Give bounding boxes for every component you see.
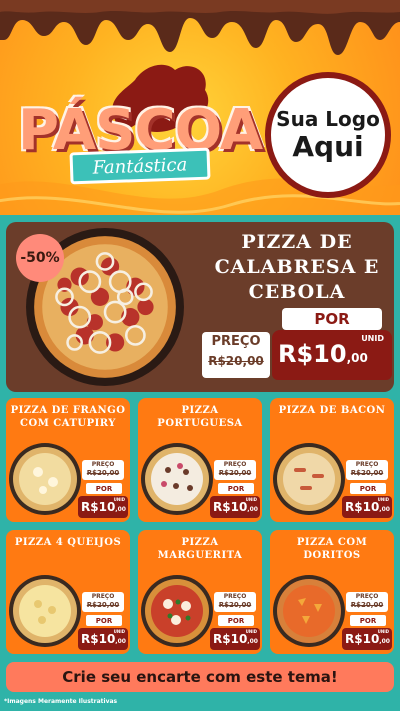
preco-label: PREÇO — [91, 461, 115, 468]
new-price-main: R$10 — [278, 340, 347, 368]
product-card[interactable]: PIZZA MARGUERITA PREÇO R$20,00 POR UNID … — [138, 530, 262, 654]
product-name: PIZZA 4 QUEIJOS — [14, 537, 122, 548]
por-label: POR — [86, 615, 122, 626]
new-price-box: UNID R$10,00 — [210, 496, 260, 518]
new-price-main: R$10 — [345, 500, 380, 514]
por-label: POR — [282, 308, 382, 330]
new-price-main: R$10 — [213, 632, 248, 646]
featured-product-name: PIZZA DE CALABRESA E CEBOLA — [214, 231, 380, 303]
new-price-cents: ,00 — [346, 351, 368, 365]
old-price-box: PREÇO R$20,00 — [214, 592, 256, 612]
preco-label: PREÇO — [223, 593, 247, 600]
new-price-box: UNID R$10,00 — [342, 628, 392, 650]
old-price: R$20,00 — [208, 354, 264, 368]
preco-label: PREÇO — [91, 593, 115, 600]
logo-line-1: Sua Logo — [276, 107, 380, 131]
new-price-cents: ,00 — [247, 506, 258, 513]
logo-line-2: Aqui — [292, 130, 364, 163]
pizza-doritos-icon — [273, 575, 345, 647]
new-price: R$10,00 — [213, 500, 258, 514]
new-price-main: R$10 — [81, 500, 116, 514]
old-price-box: PREÇO R$20,00 — [346, 460, 388, 480]
new-price: R$10,00 — [81, 632, 126, 646]
new-price: R$10,00 — [345, 500, 390, 514]
new-price-main: R$10 — [345, 632, 380, 646]
product-name: PIZZA MARGUERITA — [157, 537, 243, 561]
pizza-bacon-icon — [273, 443, 345, 515]
featured-offer[interactable]: -50% PIZZA DE CALABRESA E CEBOLA POR PRE… — [6, 222, 394, 392]
cta-banner[interactable]: Crie seu encarte com este tema! — [6, 662, 394, 692]
new-price-cents: ,00 — [115, 638, 126, 645]
pizza-quatro-queijos-icon — [9, 575, 81, 647]
old-price-box: PREÇO R$20,00 — [214, 460, 256, 480]
new-price-main: R$10 — [81, 632, 116, 646]
old-price: R$20,00 — [218, 469, 252, 477]
old-price: R$20,00 — [218, 601, 252, 609]
por-label: POR — [350, 615, 386, 626]
old-price: R$20,00 — [86, 601, 120, 609]
preco-label: PREÇO — [355, 461, 379, 468]
por-label: POR — [350, 483, 386, 494]
new-price: R$10,00 — [278, 340, 368, 368]
new-price-cents: ,00 — [115, 506, 126, 513]
header-banner: PÁSCOA Fantástica Sua Logo Aqui — [0, 0, 400, 215]
product-card[interactable]: PIZZA 4 QUEIJOS PREÇO R$20,00 POR UNID R… — [6, 530, 130, 654]
new-price-main: R$10 — [213, 500, 248, 514]
old-price: R$20,00 — [86, 469, 120, 477]
product-name: PIZZA DE BACON — [278, 405, 386, 416]
new-price-cents: ,00 — [247, 638, 258, 645]
product-name: PIZZA DE FRANGO COM CATUPIRY — [10, 405, 126, 429]
por-label: POR — [218, 615, 254, 626]
por-label: POR — [86, 483, 122, 494]
pizza-frango-icon — [9, 443, 81, 515]
new-price-cents: ,00 — [379, 638, 390, 645]
pizza-marguerita-icon — [141, 575, 213, 647]
old-price-box: PREÇO R$20,00 — [202, 332, 270, 378]
old-price-box: PREÇO R$20,00 — [82, 460, 124, 480]
product-name: PIZZA COM DORITOS — [296, 537, 368, 561]
new-price-cents: ,00 — [379, 506, 390, 513]
logo-placeholder[interactable]: Sua Logo Aqui — [265, 72, 391, 198]
product-card[interactable]: PIZZA DE BACON PREÇO R$20,00 POR UNID R$… — [270, 398, 394, 522]
new-price-box: UNID R$10,00 — [78, 628, 128, 650]
new-price-box: UNID R$10,00 — [342, 496, 392, 518]
easter-title: PÁSCOA Fantástica — [10, 64, 270, 190]
por-label: POR — [218, 483, 254, 494]
product-card[interactable]: PIZZA COM DORITOS PREÇO R$20,00 POR UNID… — [270, 530, 394, 654]
old-price-box: PREÇO R$20,00 — [346, 592, 388, 612]
preco-label: PREÇO — [211, 334, 261, 349]
old-price-box: PREÇO R$20,00 — [82, 592, 124, 612]
pizza-portuguesa-icon — [141, 443, 213, 515]
product-card[interactable]: PIZZA PORTUGUESA PREÇO R$20,00 POR UNID … — [138, 398, 262, 522]
product-card[interactable]: PIZZA DE FRANGO COM CATUPIRY PREÇO R$20,… — [6, 398, 130, 522]
new-price: R$10,00 — [81, 500, 126, 514]
discount-badge: -50% — [16, 234, 64, 282]
preco-label: PREÇO — [355, 593, 379, 600]
product-grid: PIZZA DE FRANGO COM CATUPIRY PREÇO R$20,… — [6, 398, 394, 656]
new-price: R$10,00 — [213, 632, 258, 646]
new-price: R$10,00 — [345, 632, 390, 646]
preco-label: PREÇO — [223, 461, 247, 468]
old-price: R$20,00 — [350, 601, 384, 609]
new-price-box: UNID R$10,00 — [272, 330, 392, 380]
new-price-box: UNID R$10,00 — [210, 628, 260, 650]
old-price: R$20,00 — [350, 469, 384, 477]
footnote: *Imagens Meramente Ilustrativas — [4, 698, 118, 705]
subtitle-ribbon: Fantástica — [69, 147, 211, 185]
new-price-box: UNID R$10,00 — [78, 496, 128, 518]
product-name: PIZZA PORTUGUESA — [157, 405, 243, 429]
